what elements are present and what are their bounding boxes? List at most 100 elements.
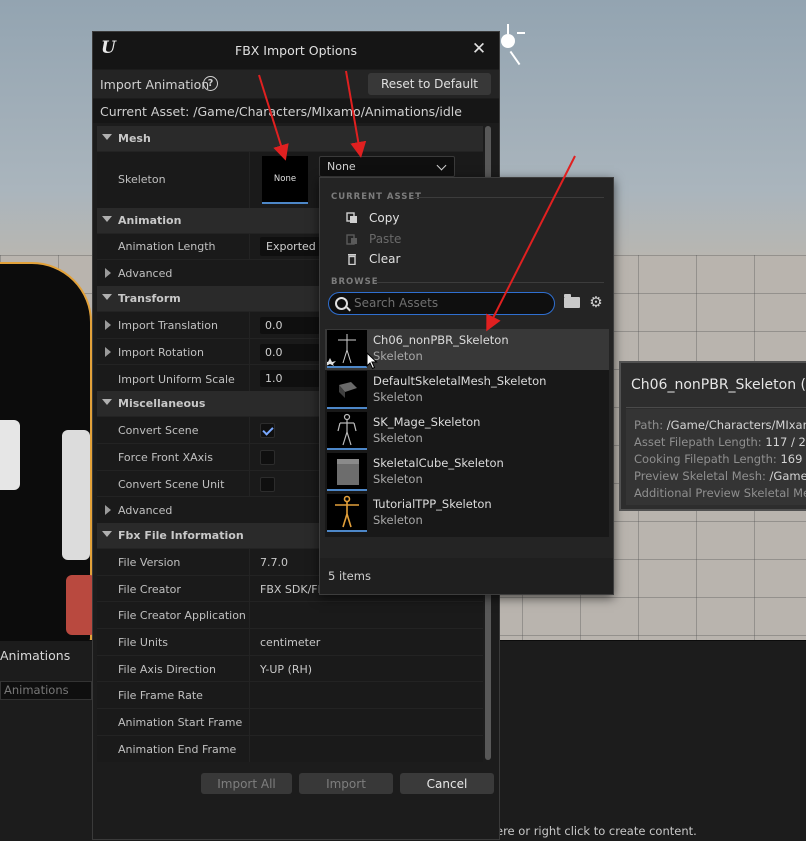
asset-tooltip: Ch06_nonPBR_Skeleton ( Path: /Game/Chara… xyxy=(619,361,806,511)
skeleton-thumbnail-icon xyxy=(327,371,367,409)
animation-length-combo[interactable]: Exported Ti xyxy=(260,237,320,256)
import-button[interactable]: Import xyxy=(299,773,393,794)
expand-arrow-icon xyxy=(105,268,111,278)
import-animation-label: Import Animation xyxy=(100,77,210,92)
convert-scene-unit-checkbox[interactable] xyxy=(260,477,275,492)
mouse-cursor-icon xyxy=(366,352,378,370)
category-label: Transform xyxy=(118,292,181,305)
import-scale-field[interactable]: 1.0 xyxy=(260,370,320,387)
force-front-xaxis-label: Force Front XAxis xyxy=(118,451,213,464)
import-all-button[interactable]: Import All xyxy=(201,773,292,794)
tooltip-additional-line: Additional Preview Skeletal Me xyxy=(634,486,806,500)
collapse-arrow-icon xyxy=(102,531,112,537)
search-icon xyxy=(335,297,348,310)
category-label: Fbx File Information xyxy=(118,529,244,542)
fbx-info-label: File Version xyxy=(118,556,181,569)
tooltip-asset-length-line: Asset Filepath Length: 117 / 21 xyxy=(634,435,806,449)
asset-name: SkeletalCube_Skeleton xyxy=(373,456,504,470)
reset-to-default-button[interactable]: Reset to Default xyxy=(368,73,491,95)
skeleton-label: Skeleton xyxy=(118,173,166,186)
paste-menu-item[interactable]: Paste xyxy=(332,231,552,249)
cancel-button[interactable]: Cancel xyxy=(400,773,494,794)
skeleton-thumbnail-icon xyxy=(327,494,367,532)
category-label: Mesh xyxy=(118,132,151,145)
item-count: 5 items xyxy=(328,569,371,583)
skeleton-thumbnail-icon xyxy=(327,453,367,491)
advanced-label: Advanced xyxy=(118,267,173,280)
fbx-info-row: File Creator Application xyxy=(97,601,483,629)
collapse-arrow-icon xyxy=(102,399,112,405)
fbx-info-label: File Units xyxy=(118,636,169,649)
fbx-info-label: File Creator Application xyxy=(118,609,246,622)
import-animation-row: Import Animation ? Reset to Default xyxy=(93,70,499,98)
fbx-info-row: File Axis Direction Y-UP (RH) xyxy=(97,655,483,682)
folder-icon[interactable] xyxy=(564,294,580,308)
skeleton-thumbnail-icon xyxy=(327,412,367,450)
close-icon[interactable]: ✕ xyxy=(469,39,489,59)
help-icon[interactable]: ? xyxy=(203,76,218,91)
asset-name: Ch06_nonPBR_Skeleton xyxy=(373,333,509,347)
current-asset-header: CURRENT ASSET xyxy=(331,192,422,202)
advanced-label: Advanced xyxy=(118,504,173,517)
gear-icon[interactable]: ⚙ xyxy=(588,294,604,310)
asset-item[interactable]: TutorialTPP_Skeleton Skeleton xyxy=(325,493,609,534)
fbx-info-label: Animation End Frame xyxy=(118,743,237,756)
asset-item[interactable]: DefaultSkeletalMesh_Skeleton Skeleton xyxy=(325,370,609,411)
asset-item[interactable]: SK_Mage_Skeleton Skeleton xyxy=(325,411,609,452)
asset-item[interactable]: SkeletalCube_Skeleton Skeleton xyxy=(325,452,609,493)
tooltip-path-line: Path: /Game/Characters/MIxar xyxy=(634,418,806,432)
tooltip-cook-length-line: Cooking Filepath Length: 169 / 1 xyxy=(634,452,806,466)
fbx-info-label: Animation Start Frame xyxy=(118,716,243,729)
dialog-titlebar[interactable]: U FBX Import Options ✕ xyxy=(93,32,499,69)
fbx-info-value: 7.7.0 xyxy=(260,556,288,569)
import-translation-field[interactable]: 0.0 xyxy=(260,317,320,334)
fbx-info-row: File Units centimeter xyxy=(97,628,483,656)
convert-scene-checkbox[interactable] xyxy=(260,423,275,438)
asset-type: Skeleton xyxy=(373,431,423,445)
asset-search-input[interactable] xyxy=(354,295,549,311)
collapse-arrow-icon xyxy=(102,294,112,300)
asset-name: DefaultSkeletalMesh_Skeleton xyxy=(373,374,547,388)
fbx-info-row: Animation Start Frame xyxy=(97,708,483,736)
skeleton-thumbnail[interactable]: None xyxy=(262,156,308,204)
asset-search-box[interactable] xyxy=(328,292,555,315)
collapse-arrow-icon xyxy=(102,216,112,222)
skeleton-combo[interactable]: None xyxy=(319,156,455,177)
fbx-info-row: File Frame Rate xyxy=(97,681,483,709)
import-rotation-field[interactable]: 0.0 xyxy=(260,344,320,361)
character-mesh-detail xyxy=(62,430,90,560)
tooltip-title: Ch06_nonPBR_Skeleton ( xyxy=(631,377,806,393)
import-translation-label: Import Translation xyxy=(118,319,218,332)
copy-menu-item[interactable]: Copy xyxy=(332,210,552,228)
convert-scene-unit-label: Convert Scene Unit xyxy=(118,478,225,491)
animation-length-label: Animation Length xyxy=(118,240,216,253)
content-browser-search[interactable]: Animations xyxy=(0,681,92,700)
copy-icon xyxy=(346,212,358,224)
category-label: Animation xyxy=(118,214,182,227)
import-scale-label: Import Uniform Scale xyxy=(118,373,235,386)
asset-type: Skeleton xyxy=(373,513,423,527)
trash-icon xyxy=(346,253,358,266)
skeleton-asset-picker: CURRENT ASSET Copy Paste Clear BROWSE ⚙ … xyxy=(319,177,614,595)
fbx-info-value: Y-UP (RH) xyxy=(260,663,313,676)
expand-arrow-icon[interactable] xyxy=(105,347,111,357)
import-rotation-label: Import Rotation xyxy=(118,346,205,359)
content-browser-tab[interactable]: Animations xyxy=(0,648,70,663)
asset-type: Skeleton xyxy=(373,472,423,486)
fbx-info-label: File Frame Rate xyxy=(118,689,203,702)
picker-footer: 5 items xyxy=(320,558,613,594)
current-asset-path: Current Asset: /Game/Characters/MIxamo/A… xyxy=(100,104,462,119)
paste-icon xyxy=(346,233,358,245)
tooltip-preview-mesh-line: Preview Skeletal Mesh: /Game xyxy=(634,469,806,483)
force-front-xaxis-checkbox[interactable] xyxy=(260,450,275,465)
dialog-title: FBX Import Options xyxy=(235,43,357,58)
category-mesh[interactable]: Mesh xyxy=(97,126,483,151)
clear-menu-item[interactable]: Clear xyxy=(332,251,552,269)
asset-name: TutorialTPP_Skeleton xyxy=(373,497,492,511)
category-label: Miscellaneous xyxy=(118,397,206,410)
character-mesh-detail xyxy=(0,420,20,490)
asset-name: SK_Mage_Skeleton xyxy=(373,415,481,429)
expand-arrow-icon[interactable] xyxy=(105,320,111,330)
fbx-info-value: centimeter xyxy=(260,636,321,649)
fbx-info-label: File Axis Direction xyxy=(118,663,216,676)
